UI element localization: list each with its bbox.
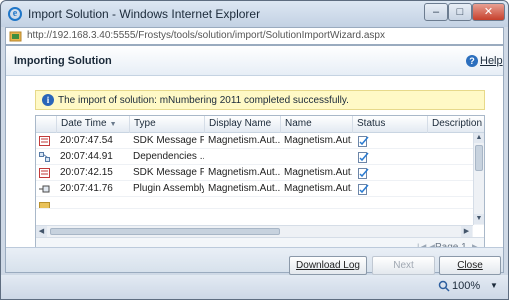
cell-date-time: 20:07:42.15 [60, 167, 113, 178]
close-window-button[interactable]: ✕ [472, 3, 505, 21]
scroll-right-icon[interactable]: ▶ [461, 226, 472, 237]
maximize-button[interactable]: □ [448, 3, 472, 21]
plugin-icon [39, 185, 50, 193]
url-text: http://192.168.3.40:5555/Frostys/tools/s… [27, 30, 385, 41]
page-title: Importing Solution [14, 55, 112, 67]
success-icon [358, 184, 369, 195]
title-bar: e Import Solution - Windows Internet Exp… [1, 1, 508, 27]
cell-name: Magnetism.Aut... [284, 135, 352, 146]
browser-window: e Import Solution - Windows Internet Exp… [0, 0, 509, 300]
column-status[interactable]: Status [352, 116, 427, 133]
cell-name [280, 149, 352, 165]
horizontal-scroll-thumb[interactable] [50, 228, 280, 235]
sort-descending-icon: ▼ [109, 121, 117, 128]
scroll-down-icon[interactable]: ▼ [474, 214, 484, 224]
vertical-scrollbar[interactable]: ▲ ▼ [473, 133, 484, 225]
cell-type: Plugin Assembly [133, 183, 204, 194]
success-notice: i The import of solution: mNumbering 201… [35, 90, 485, 110]
window-title: Import Solution - Windows Internet Explo… [28, 7, 261, 21]
cell-date-time: 20:07:44.91 [60, 151, 113, 162]
table-row[interactable]: 20:07:41.76 Plugin Assembly Magnetism.Au… [36, 181, 473, 197]
horizontal-scrollbar[interactable]: ◀ ▶ [36, 225, 473, 237]
zoom-dropdown-icon[interactable]: ▼ [490, 281, 498, 290]
cell-name: Magnetism.Aut... [284, 167, 352, 178]
success-icon [358, 152, 369, 163]
cell-date-time: 20:07:47.54 [60, 135, 113, 146]
page-icon [9, 31, 22, 42]
notice-message: The import of solution: mNumbering 2011 … [58, 95, 349, 106]
dialog-content: Importing Solution ? Help i The import o… [5, 45, 504, 288]
icon-column-header [36, 116, 56, 133]
cell-type: Dependencies ... [133, 151, 204, 162]
help-link[interactable]: Help [480, 55, 503, 67]
cell-display-name: Magnetism.Aut... [208, 135, 280, 146]
success-icon [358, 136, 369, 147]
cell-date-time: 20:07:41.76 [60, 183, 113, 194]
help-icon[interactable]: ? [466, 55, 478, 67]
next-button[interactable]: Next [372, 256, 435, 275]
folder-icon [39, 202, 50, 208]
cell-display-name [204, 149, 280, 165]
grid-header: Date Time ▼ Type Display Name Name Status… [36, 116, 484, 133]
vertical-scroll-thumb[interactable] [475, 145, 483, 171]
scroll-left-icon[interactable]: ◀ [36, 226, 47, 237]
cell-name: Magnetism.Aut... [284, 183, 352, 194]
success-icon [358, 168, 369, 179]
status-bar: 100% ▼ [1, 275, 508, 299]
column-type[interactable]: Type [129, 116, 204, 133]
info-icon: i [42, 94, 54, 106]
message-icon [39, 168, 50, 178]
cell-type: SDK Message Pr... [133, 167, 204, 178]
cell-display-name: Magnetism.Aut... [208, 183, 280, 194]
message-icon [39, 136, 50, 146]
minimize-button[interactable]: – [424, 3, 448, 21]
close-button[interactable]: Close [439, 256, 501, 275]
download-log-button[interactable]: Download Log File [289, 256, 367, 288]
internet-explorer-icon: e [8, 7, 22, 21]
zoom-icon[interactable] [438, 280, 450, 292]
column-description[interactable]: Description [427, 116, 484, 133]
cell-display-name: Magnetism.Aut... [208, 167, 280, 178]
dependency-icon [39, 152, 50, 162]
column-date-time-label: Date Time [61, 118, 107, 129]
table-row[interactable]: 20:07:42.15 SDK Message Pr... Magnetism.… [36, 165, 473, 181]
table-row[interactable]: 20:07:47.54 SDK Message Pr... Magnetism.… [36, 133, 473, 149]
column-date-time[interactable]: Date Time ▼ [56, 116, 129, 133]
import-log-grid: Date Time ▼ Type Display Name Name Status… [35, 115, 485, 255]
table-row[interactable]: 20:07:44.91 Dependencies ... [36, 149, 473, 165]
address-bar[interactable]: http://192.168.3.40:5555/Frostys/tools/s… [5, 27, 504, 45]
column-name[interactable]: Name [280, 116, 352, 133]
cell-type: SDK Message Pr... [133, 135, 204, 146]
zoom-level[interactable]: 100% [452, 280, 480, 292]
column-display-name[interactable]: Display Name [204, 116, 280, 133]
table-row[interactable] [36, 197, 473, 209]
dialog-header: Importing Solution ? Help [6, 46, 503, 76]
scroll-up-icon[interactable]: ▲ [474, 133, 484, 143]
